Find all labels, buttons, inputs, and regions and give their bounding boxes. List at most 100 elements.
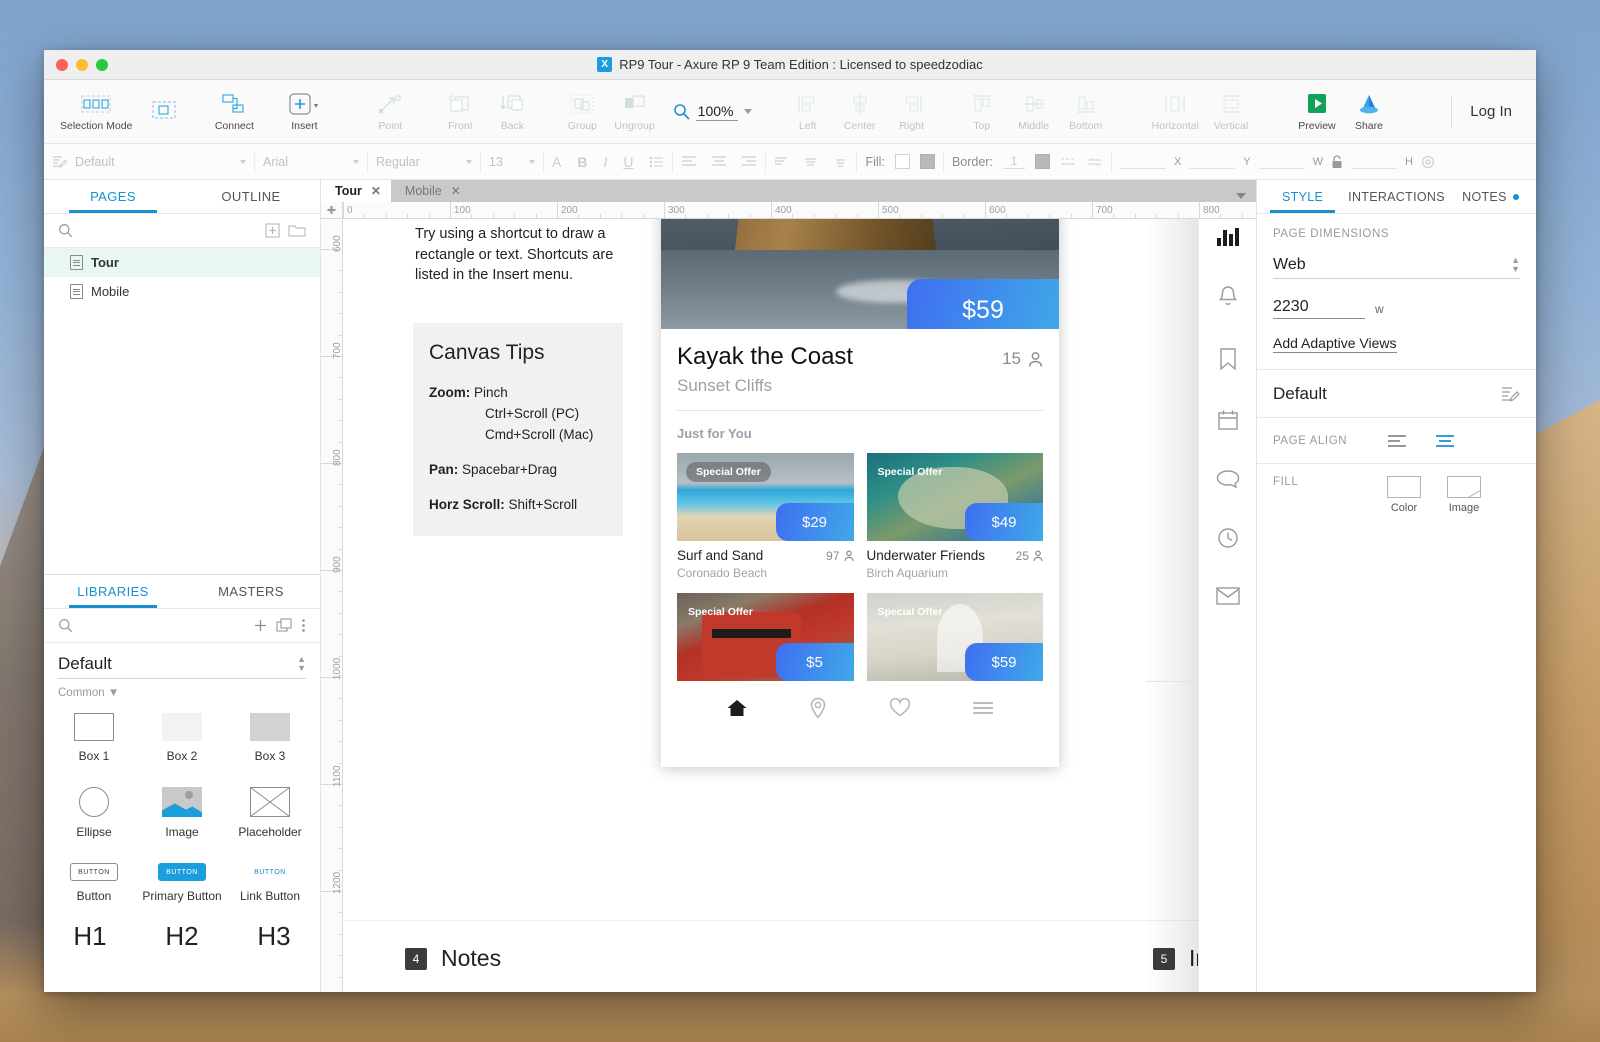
add-library-icon[interactable]: [253, 618, 268, 633]
mock-card[interactable]: Special Offer $5: [677, 593, 854, 681]
valign-top-icon[interactable]: [774, 156, 790, 168]
visibility-icon[interactable]: [1421, 155, 1435, 169]
page-align-center-icon[interactable]: [1435, 434, 1457, 448]
toolbar-marquee-select[interactable]: [138, 95, 190, 128]
widget-button[interactable]: BUTTON Button: [50, 853, 138, 917]
toolbar-insert[interactable]: Insert: [278, 89, 330, 134]
annotation-notes[interactable]: 4 Notes: [405, 945, 501, 972]
close-icon[interactable]: ✕: [451, 184, 461, 198]
border-style-icon[interactable]: [1060, 156, 1076, 168]
canvas-tab-mobile[interactable]: Mobile ✕: [391, 180, 471, 202]
hero-price-tag[interactable]: $59: [907, 279, 1059, 329]
toolbar-align-right[interactable]: Right: [886, 89, 938, 134]
card-price[interactable]: $59: [965, 643, 1043, 681]
toolbar-align-left[interactable]: Left: [782, 89, 834, 134]
widget-h1[interactable]: H1: [73, 921, 106, 952]
arrow-style-icon[interactable]: [1086, 156, 1103, 168]
widget-h3[interactable]: H3: [257, 921, 290, 952]
border-width-value[interactable]: 1: [1003, 154, 1025, 169]
vertical-ruler[interactable]: 600700800900100011001200: [321, 219, 343, 992]
chevron-down-icon[interactable]: [240, 160, 246, 164]
bullet-list-icon[interactable]: [649, 156, 664, 168]
bold-icon[interactable]: B: [577, 154, 587, 170]
page-style-row[interactable]: Default: [1257, 370, 1536, 418]
bell-icon[interactable]: [1217, 285, 1239, 309]
toolbar-preview[interactable]: Preview: [1291, 89, 1343, 134]
valign-middle-icon[interactable]: [803, 156, 819, 168]
y-input[interactable]: [1189, 154, 1235, 169]
toolbar-ungroup[interactable]: Ungroup: [608, 89, 660, 134]
chevron-down-icon[interactable]: [466, 160, 472, 164]
toolbar-align-center[interactable]: Center: [834, 89, 886, 134]
bookmark-icon[interactable]: [1218, 347, 1238, 371]
heart-icon[interactable]: [889, 698, 911, 718]
mobile-mockup[interactable]: $59 Kayak the Coast 15: [661, 219, 1059, 767]
zoom-value[interactable]: 100%: [696, 103, 738, 121]
library-group-common[interactable]: Common ▼: [44, 679, 320, 703]
home-icon[interactable]: [726, 698, 748, 718]
design-canvas[interactable]: Try using a shortcut to draw a rectangle…: [343, 219, 1256, 992]
fill-gradient-swatch[interactable]: [920, 154, 935, 169]
mock-card[interactable]: Special Offer $29 Surf and Sand 97: [677, 453, 854, 580]
font-family-dropdown[interactable]: Arial: [255, 144, 367, 179]
align-text-right-icon[interactable]: [741, 156, 757, 167]
page-item-mobile[interactable]: Mobile: [44, 277, 320, 306]
text-color-icon[interactable]: A: [552, 154, 561, 170]
toolbar-align-bottom[interactable]: Bottom: [1060, 89, 1112, 134]
widget-box-1[interactable]: Box 1: [50, 703, 138, 777]
lock-aspect-icon[interactable]: [1331, 155, 1343, 169]
edit-style-icon[interactable]: [1501, 385, 1520, 403]
add-page-icon[interactable]: [265, 223, 280, 238]
menu-hamburger-icon[interactable]: [972, 700, 994, 716]
chevron-down-icon[interactable]: [529, 160, 535, 164]
toolbar-connect[interactable]: Connect: [208, 89, 260, 134]
search-icon[interactable]: [58, 223, 73, 238]
italic-icon[interactable]: I: [603, 154, 607, 170]
toolbar-selection-mode[interactable]: Selection Mode: [54, 89, 138, 134]
widget-style-dropdown[interactable]: Default: [44, 144, 254, 179]
chevron-down-icon[interactable]: [353, 160, 359, 164]
tab-libraries[interactable]: LIBRARIES: [44, 575, 182, 608]
dimension-preset-select[interactable]: Web ▲▼: [1273, 252, 1520, 279]
zoom-control[interactable]: 100%: [673, 103, 752, 121]
toolbar-point[interactable]: Point: [364, 89, 416, 134]
tab-pages[interactable]: PAGES: [44, 180, 182, 213]
tab-style[interactable]: STYLE: [1257, 180, 1348, 213]
page-item-tour[interactable]: Tour: [44, 248, 320, 277]
valign-bottom-icon[interactable]: [832, 156, 848, 168]
horizontal-ruler[interactable]: ✚ 0100200300400500600700800: [321, 202, 1256, 219]
h-input[interactable]: [1351, 154, 1397, 169]
fill-color-swatch[interactable]: [895, 154, 910, 169]
font-weight-dropdown[interactable]: Regular: [368, 144, 480, 179]
library-selector[interactable]: Default ▲▼: [58, 649, 306, 679]
align-text-left-icon[interactable]: [681, 156, 697, 167]
tab-notes[interactable]: NOTES: [1445, 180, 1536, 213]
widget-placeholder[interactable]: Placeholder: [226, 777, 314, 853]
mock-card[interactable]: Special Offer $49 Underwater Friends 25: [867, 453, 1044, 580]
add-adaptive-views-link[interactable]: Add Adaptive Views: [1273, 335, 1397, 353]
chevron-updown-icon[interactable]: ▲▼: [1511, 257, 1520, 273]
duplicate-library-icon[interactable]: [276, 618, 293, 633]
border-color-swatch[interactable]: [1035, 154, 1050, 169]
chevron-updown-icon[interactable]: ▲▼: [297, 656, 306, 672]
toolbar-back[interactable]: Back: [486, 89, 538, 134]
tab-interactions[interactable]: INTERACTIONS: [1348, 180, 1445, 213]
toolbar-group[interactable]: Group: [556, 89, 608, 134]
page-width-input[interactable]: 2230: [1273, 295, 1365, 319]
canvas-tabs-overflow-icon[interactable]: [1236, 193, 1246, 199]
align-text-center-icon[interactable]: [711, 156, 727, 167]
search-icon[interactable]: [58, 618, 73, 633]
widget-h2[interactable]: H2: [165, 921, 198, 952]
toolbar-distribute-horizontal[interactable]: Horizontal: [1146, 89, 1205, 134]
comment-icon[interactable]: [1216, 469, 1240, 489]
font-size-dropdown[interactable]: 13: [481, 144, 543, 179]
add-folder-icon[interactable]: [288, 223, 306, 238]
card-price[interactable]: $49: [965, 503, 1043, 541]
w-input[interactable]: [1259, 154, 1305, 169]
library-options-icon[interactable]: [301, 618, 306, 633]
x-input[interactable]: [1120, 154, 1166, 169]
widget-primary-button[interactable]: BUTTON Primary Button: [138, 853, 226, 917]
close-icon[interactable]: ✕: [371, 184, 381, 198]
toolbar-share[interactable]: Share: [1343, 89, 1395, 134]
chevron-down-icon[interactable]: [744, 109, 752, 114]
